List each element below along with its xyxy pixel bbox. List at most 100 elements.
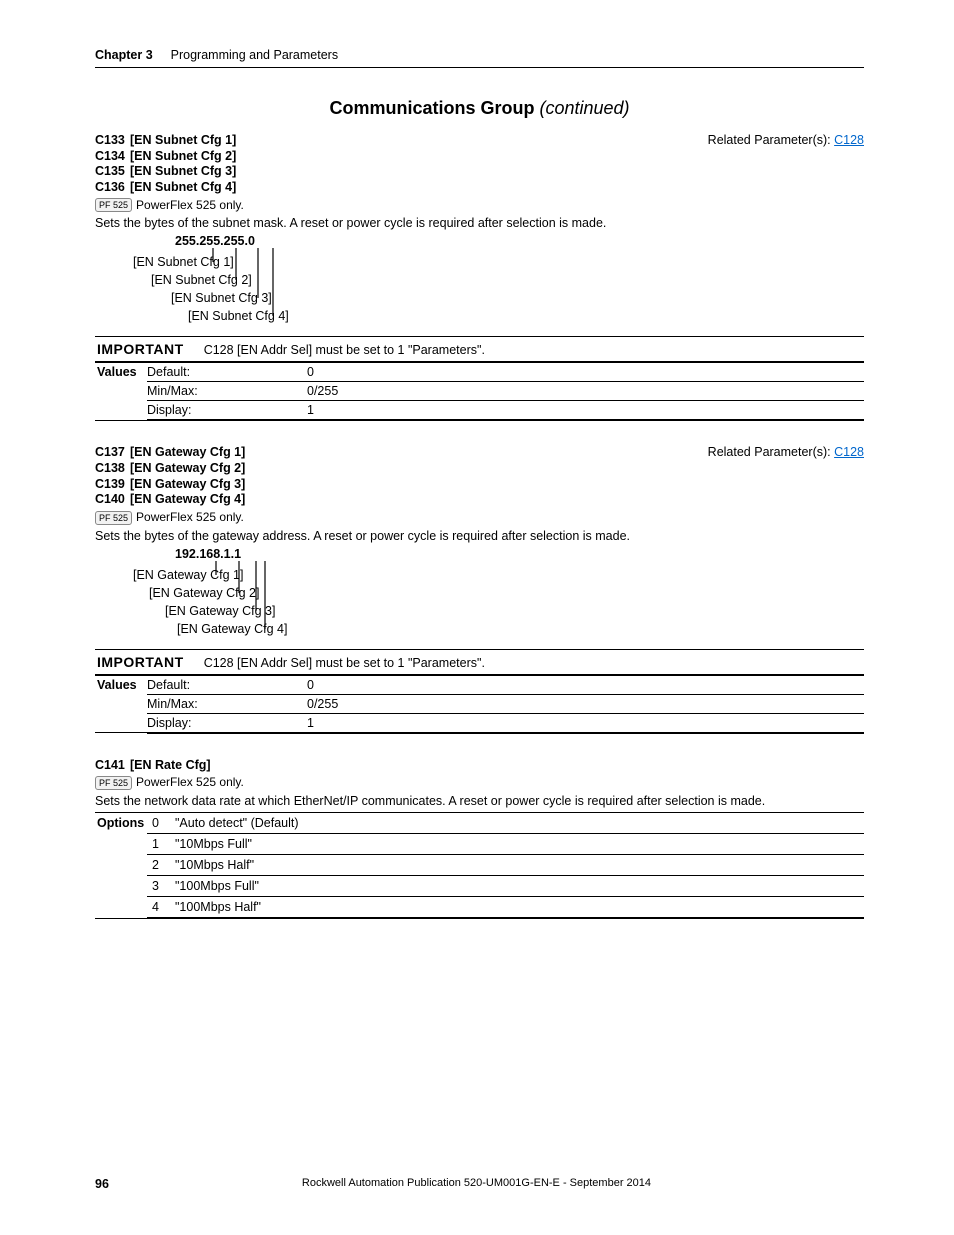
important-label: IMPORTANT: [95, 654, 204, 670]
value-display: 1: [307, 401, 864, 421]
option-index: 0: [147, 813, 175, 834]
gateway-bracket-diagram: [EN Gateway Cfg 1] [EN Gateway Cfg 2] [E…: [133, 561, 323, 647]
option-text: "100Mbps Full": [175, 876, 864, 897]
option-index: 4: [147, 897, 175, 919]
value-key-minmax: Min/Max:: [147, 382, 307, 401]
option-index: 3: [147, 876, 175, 897]
value-display: 1: [307, 713, 864, 733]
value-default: 0: [307, 675, 864, 694]
value-key-default: Default:: [147, 363, 307, 382]
param-code: C140: [95, 492, 130, 508]
subnet-values-table: Values Default: 0 Min/Max: 0/255 Display…: [95, 362, 864, 421]
subnet-ip-value: 255.255.255.0: [175, 234, 864, 248]
option-text: "100Mbps Half": [175, 897, 864, 919]
group-title-continued: (continued): [539, 98, 629, 118]
values-header: Values: [95, 675, 147, 733]
option-text: "10Mbps Half": [175, 855, 864, 876]
param-name: [EN Subnet Cfg 2]: [130, 149, 236, 163]
pf525-badge-icon: PF 525: [95, 511, 132, 525]
param-name: [EN Gateway Cfg 1]: [130, 445, 245, 459]
value-key-display: Display:: [147, 401, 307, 421]
diagram-label: [EN Subnet Cfg 3]: [171, 291, 272, 305]
param-name: [EN Rate Cfg]: [130, 758, 211, 772]
option-index: 2: [147, 855, 175, 876]
pf525-only-text: PowerFlex 525 only.: [136, 775, 244, 789]
gateway-values-table: Values Default: 0 Min/Max: 0/255 Display…: [95, 675, 864, 734]
gateway-param-list: C137[EN Gateway Cfg 1] C138[EN Gateway C…: [95, 445, 245, 508]
header-row: Chapter 3 Programming and Parameters: [95, 48, 864, 68]
subnet-description: Sets the bytes of the subnet mask. A res…: [95, 216, 864, 230]
diagram-label: [EN Subnet Cfg 4]: [188, 309, 289, 323]
option-text: "Auto detect" (Default): [175, 813, 864, 834]
option-index: 1: [147, 834, 175, 855]
page-number: 96: [95, 1177, 109, 1191]
pf525-badge-icon: PF 525: [95, 198, 132, 212]
value-key-minmax: Min/Max:: [147, 694, 307, 713]
subnet-param-header: C133[EN Subnet Cfg 1] C134[EN Subnet Cfg…: [95, 133, 864, 196]
param-code: C136: [95, 180, 130, 196]
subnet-ip-diagram: 255.255.255.0 [EN Subnet Cfg 1] [EN Subn…: [125, 234, 864, 334]
param-name: [EN Gateway Cfg 2]: [130, 461, 245, 475]
gateway-ip-value: 192.168.1.1: [175, 547, 864, 561]
options-header: Options: [95, 813, 147, 919]
chapter-label: Chapter 3: [95, 48, 153, 62]
value-key-default: Default:: [147, 675, 307, 694]
chapter-title: Programming and Parameters: [171, 48, 338, 62]
value-minmax: 0/255: [307, 382, 864, 401]
page-footer: 96 Rockwell Automation Publication 520-U…: [95, 1177, 864, 1191]
param-code: C141: [95, 758, 130, 774]
param-name: [EN Subnet Cfg 1]: [130, 133, 236, 147]
option-text: "10Mbps Full": [175, 834, 864, 855]
gateway-param-header: C137[EN Gateway Cfg 1] C138[EN Gateway C…: [95, 445, 864, 508]
param-name: [EN Subnet Cfg 3]: [130, 164, 236, 178]
param-code: C134: [95, 149, 130, 165]
param-code: C135: [95, 164, 130, 180]
page-header: Chapter 3 Programming and Parameters: [0, 0, 954, 68]
value-key-display: Display:: [147, 713, 307, 733]
value-minmax: 0/255: [307, 694, 864, 713]
subnet-bracket-diagram: [EN Subnet Cfg 1] [EN Subnet Cfg 2] [EN …: [133, 248, 313, 334]
pf525-only-note: PF 525 PowerFlex 525 only.: [95, 775, 864, 790]
related-link[interactable]: C128: [834, 445, 864, 459]
diagram-label: [EN Gateway Cfg 2]: [149, 586, 259, 600]
pf525-only-note: PF 525 PowerFlex 525 only.: [95, 198, 864, 213]
value-default: 0: [307, 363, 864, 382]
gateway-description: Sets the bytes of the gateway address. A…: [95, 529, 864, 543]
important-label: IMPORTANT: [95, 341, 204, 357]
param-name: [EN Gateway Cfg 4]: [130, 492, 245, 506]
gateway-important-note: IMPORTANT C128 [EN Addr Sel] must be set…: [95, 649, 864, 675]
rate-options-table: Options 0 "Auto detect" (Default) 1 "10M…: [95, 812, 864, 919]
group-title: Communications Group (continued): [95, 98, 864, 119]
param-name: [EN Gateway Cfg 3]: [130, 477, 245, 491]
related-label: Related Parameter(s):: [708, 445, 834, 459]
pf525-only-text: PowerFlex 525 only.: [136, 198, 244, 212]
related-parameters: Related Parameter(s): C128: [708, 445, 864, 459]
diagram-label: [EN Subnet Cfg 1]: [133, 255, 234, 269]
param-name: [EN Subnet Cfg 4]: [130, 180, 236, 194]
diagram-label: [EN Gateway Cfg 4]: [177, 622, 287, 636]
rate-param-list: C141[EN Rate Cfg]: [95, 758, 864, 774]
related-label: Related Parameter(s):: [708, 133, 834, 147]
important-text: C128 [EN Addr Sel] must be set to 1 "Par…: [204, 341, 485, 357]
rate-description: Sets the network data rate at which Ethe…: [95, 794, 864, 808]
pf525-only-note: PF 525 PowerFlex 525 only.: [95, 510, 864, 525]
values-header: Values: [95, 363, 147, 421]
subnet-important-note: IMPORTANT C128 [EN Addr Sel] must be set…: [95, 336, 864, 362]
publication-info: Rockwell Automation Publication 520-UM00…: [109, 1177, 844, 1191]
related-parameters: Related Parameter(s): C128: [708, 133, 864, 147]
param-code: C133: [95, 133, 130, 149]
pf525-only-text: PowerFlex 525 only.: [136, 510, 244, 524]
diagram-label: [EN Gateway Cfg 1]: [133, 568, 243, 582]
diagram-label: [EN Subnet Cfg 2]: [151, 273, 252, 287]
subnet-param-list: C133[EN Subnet Cfg 1] C134[EN Subnet Cfg…: [95, 133, 236, 196]
param-code: C138: [95, 461, 130, 477]
page-content: Communications Group (continued) C133[EN…: [0, 98, 954, 919]
group-title-text: Communications Group: [329, 98, 534, 118]
pf525-badge-icon: PF 525: [95, 776, 132, 790]
param-code: C139: [95, 477, 130, 493]
diagram-label: [EN Gateway Cfg 3]: [165, 604, 275, 618]
gateway-ip-diagram: 192.168.1.1 [EN Gateway Cfg 1] [EN Gatew…: [125, 547, 864, 647]
related-link[interactable]: C128: [834, 133, 864, 147]
param-code: C137: [95, 445, 130, 461]
important-text: C128 [EN Addr Sel] must be set to 1 "Par…: [204, 654, 485, 670]
